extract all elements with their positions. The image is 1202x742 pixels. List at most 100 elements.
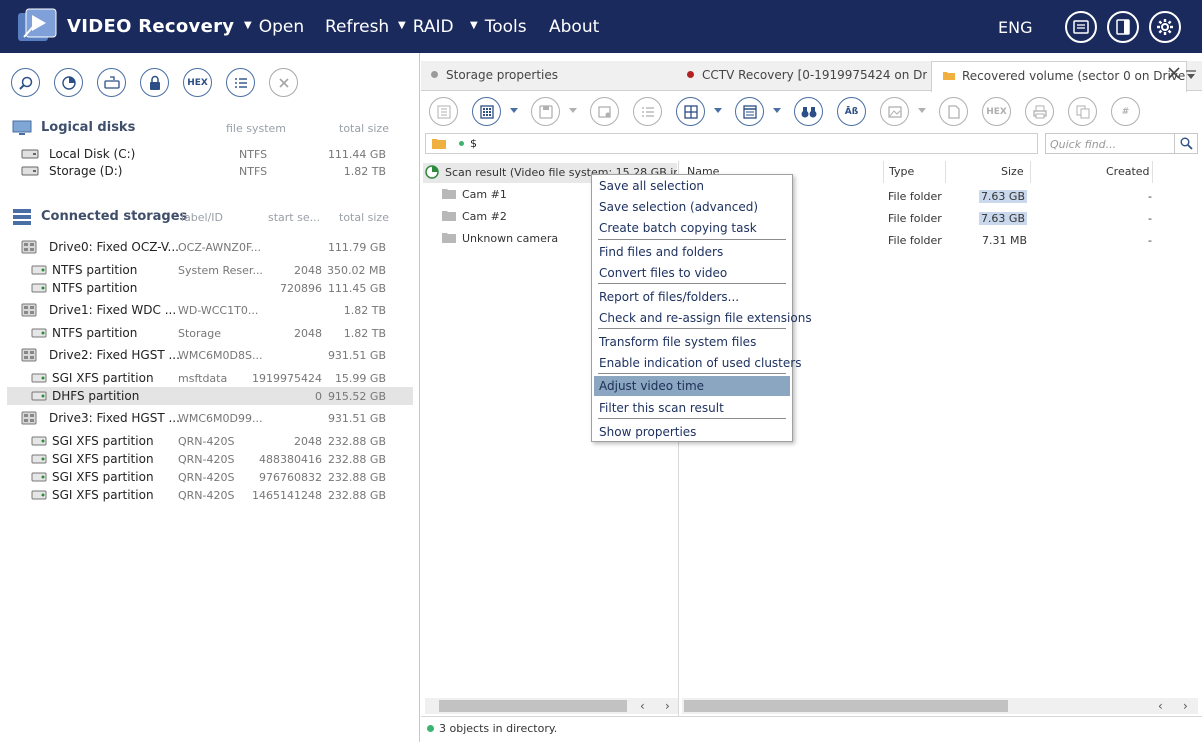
list-hscroll[interactable]: ‹ › <box>682 698 1198 714</box>
col-divider <box>1152 161 1153 183</box>
menu-convert-to-video[interactable]: Convert files to video <box>594 263 790 283</box>
storage-label: WMC6M0D99... <box>178 412 263 425</box>
save-dropdown-icon[interactable] <box>569 108 577 113</box>
drive-row[interactable]: Drive0: Fixed OCZ-V... OCZ-AWNZ0F... 111.7… <box>7 238 413 256</box>
drive-row[interactable]: Drive1: Fixed WDC ... WD-WCC1T0... 1.82 TB <box>7 301 413 319</box>
partition-row[interactable]: NTFS partition System Reser... 2048 350.02 … <box>7 261 413 279</box>
menu-filter-scan-result[interactable]: Filter this scan result <box>594 398 790 418</box>
close-icon <box>278 77 289 88</box>
tree-item-cam-1[interactable]: Cam #1 <box>441 185 601 205</box>
hash-button[interactable]: # <box>1111 97 1140 126</box>
search-storage-button[interactable] <box>11 68 40 97</box>
hex-editor-button[interactable]: HEX <box>183 68 212 97</box>
language-selector[interactable]: ENG <box>998 18 1032 37</box>
details-view-button[interactable] <box>735 97 764 126</box>
partition-row[interactable]: SGI XFS partition msftdata 1919975424 15.99… <box>7 369 413 387</box>
path-bar[interactable]: $ <box>425 133 1038 154</box>
partition-row[interactable]: NTFS partition 720896 111.45 GB <box>7 279 413 297</box>
tab-close-icon[interactable] <box>1168 67 1180 82</box>
logical-disk-row[interactable]: Storage (D:) NTFS 1.82 TB <box>7 162 413 180</box>
scroll-left-icon[interactable]: ‹ <box>1158 699 1163 713</box>
storage-start-sector: 976760832 <box>259 471 322 484</box>
storage-size: 232.88 GB <box>327 453 386 466</box>
menu-save-all-selection[interactable]: Save all selection <box>594 176 790 196</box>
drive-row[interactable]: Drive2: Fixed HGST ... WMC6M0D8S... 931.51… <box>7 346 413 364</box>
storage-size: 915.52 GB <box>327 390 386 403</box>
print-button[interactable] <box>1025 97 1054 126</box>
storage-name: SGI XFS partition <box>52 470 154 484</box>
storage-size: 232.88 GB <box>327 489 386 502</box>
tree-hscroll-thumb[interactable] <box>439 700 627 712</box>
quick-find-button[interactable] <box>1175 133 1198 154</box>
menu-open[interactable]: ▼ Open <box>244 17 304 37</box>
view-mode-button[interactable] <box>472 97 501 126</box>
scroll-left-icon[interactable]: ‹ <box>640 699 645 713</box>
preview-dropdown-icon[interactable] <box>918 108 926 113</box>
storage-label: WD-WCC1T0... <box>178 304 259 317</box>
tree-hscroll[interactable]: ‹ › <box>425 698 678 714</box>
save-button[interactable] <box>531 97 560 126</box>
hard-disk-icon <box>21 149 39 159</box>
printer-icon <box>1032 105 1047 118</box>
menu-tools[interactable]: ▼ Tools <box>470 17 527 37</box>
menu-raid[interactable]: ▼ RAID <box>398 17 454 37</box>
scroll-right-icon[interactable]: › <box>1183 699 1188 713</box>
view-mode-dropdown-icon[interactable] <box>510 108 518 113</box>
menu-indicate-clusters[interactable]: Enable indication of used clusters <box>594 353 801 373</box>
partition-row[interactable]: SGI XFS partition QRN-420S 1465141248 232.8… <box>7 486 413 504</box>
col-divider <box>883 161 884 183</box>
partition-row[interactable]: SGI XFS partition QRN-420S 976760832 232.88… <box>7 468 413 486</box>
search-icon <box>1180 137 1193 150</box>
menu-about[interactable]: About <box>549 17 599 37</box>
menu-refresh[interactable]: Refresh <box>325 17 389 37</box>
storage-size: 1.82 TB <box>343 327 386 340</box>
menu-transform-fs[interactable]: Transform file system files <box>594 332 790 352</box>
scroll-right-icon[interactable]: › <box>665 699 670 713</box>
menu-adjust-video-time[interactable]: Adjust video time <box>594 376 790 396</box>
menu-save-selection-advanced[interactable]: Save selection (advanced) <box>594 197 790 217</box>
menu-check-extensions[interactable]: Check and re-assign file extensions <box>594 308 812 328</box>
partition-icon <box>31 265 47 275</box>
drive-row[interactable]: Drive3: Fixed HGST ... WMC6M0D99... 931.51… <box>7 409 413 427</box>
menu-create-batch-copying[interactable]: Create batch copying task <box>594 218 790 238</box>
layout-button[interactable] <box>676 97 705 126</box>
partition-icon <box>31 436 47 446</box>
save-settings-button[interactable] <box>590 97 619 126</box>
tree-item-cam-2[interactable]: Cam #2 <box>441 207 601 227</box>
document-button[interactable] <box>939 97 968 126</box>
remove-button[interactable] <box>269 68 298 97</box>
properties-button[interactable] <box>226 68 255 97</box>
partition-row[interactable]: SGI XFS partition QRN-420S 2048 232.88 GB <box>7 432 413 450</box>
settings-button[interactable] <box>1149 11 1181 43</box>
charset-button[interactable]: Āß <box>837 97 866 126</box>
storage-start-sector: 488380416 <box>259 453 322 466</box>
menu-report[interactable]: Report of files/folders... <box>594 287 790 307</box>
encrypted-button[interactable] <box>140 68 169 97</box>
panel-toggle-button[interactable] <box>1107 11 1139 43</box>
log-button[interactable] <box>1065 11 1097 43</box>
details-dropdown-icon[interactable] <box>773 108 781 113</box>
copy-button[interactable] <box>1068 97 1097 126</box>
layout-dropdown-icon[interactable] <box>714 108 722 113</box>
partition-row[interactable]: NTFS partition Storage 2048 1.82 TB <box>7 324 413 342</box>
status-bar: 3 objects in directory. <box>421 716 1202 742</box>
partition-row[interactable]: DHFS partition 0 915.52 GB <box>7 387 413 405</box>
hex-view-button[interactable]: HEX <box>982 97 1011 126</box>
list-hscroll-thumb[interactable] <box>684 700 1008 712</box>
tree-item-unknown-camera[interactable]: Unknown camera <box>441 229 601 249</box>
tree-view-button[interactable] <box>429 97 458 126</box>
find-button[interactable] <box>794 97 823 126</box>
scan-button[interactable] <box>54 68 83 97</box>
tab-recovered-volume[interactable]: Recovered volume (sector 0 on Drive... <box>931 61 1187 92</box>
logical-disk-row[interactable]: Local Disk (C:) NTFS 111.44 GB <box>7 145 413 163</box>
tab-cctv-recovery[interactable]: CCTV Recovery [0-1919975424 on Drive2:..… <box>687 61 927 91</box>
open-image-button[interactable] <box>97 68 126 97</box>
partition-row[interactable]: SGI XFS partition QRN-420S 488380416 232.88… <box>7 450 413 468</box>
quick-find-input[interactable]: Quick find... <box>1045 133 1175 154</box>
preview-button[interactable] <box>880 97 909 126</box>
tab-overflow-icon[interactable] <box>1185 69 1197 84</box>
menu-find-files[interactable]: Find files and folders <box>594 242 790 262</box>
tab-storage-properties[interactable]: Storage properties <box>431 61 681 91</box>
checklist-button[interactable] <box>633 97 662 126</box>
menu-show-properties[interactable]: Show properties <box>594 422 790 442</box>
